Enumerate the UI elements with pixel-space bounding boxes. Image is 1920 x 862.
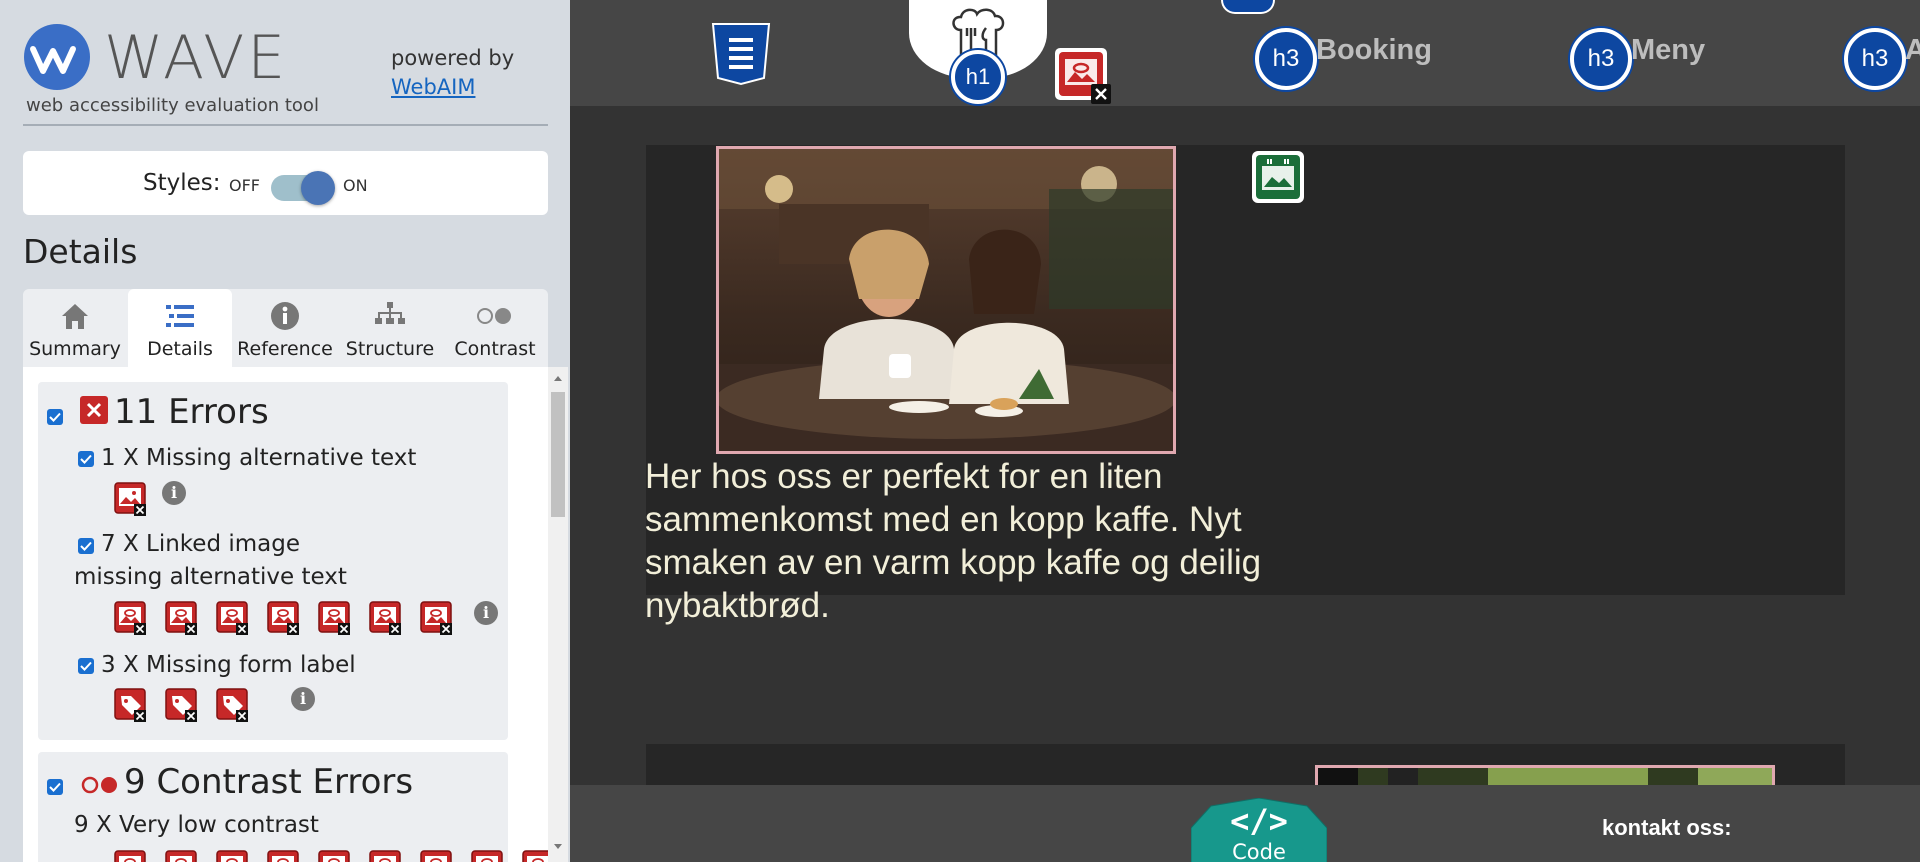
- tab-summary-label: Summary: [29, 338, 121, 360]
- contrast-section: 9 Contrast Errors 9 X Very low contrast: [38, 752, 554, 862]
- contrast-error-icon[interactable]: [267, 850, 301, 862]
- webaim-link[interactable]: WebAIM: [391, 73, 514, 102]
- h3-heading-icon[interactable]: h3: [1255, 28, 1317, 90]
- powered-by-label: powered by: [391, 46, 515, 70]
- contrast-error-icon[interactable]: [165, 850, 199, 862]
- tab-summary[interactable]: Summary: [23, 289, 127, 367]
- linked-image-error-icon[interactable]: [318, 601, 352, 635]
- wave-logo-icon: [23, 23, 91, 95]
- linked-image-error-icon[interactable]: [216, 601, 250, 635]
- errors-title: 11 Errors: [114, 392, 269, 432]
- missing-alt-checkbox[interactable]: [78, 451, 94, 467]
- errors-section: 11 Errors 1 X Missing alternative text i…: [38, 382, 508, 740]
- form-label-label: 3 X Missing form label: [101, 652, 356, 678]
- error-icon: [80, 396, 108, 424]
- tab-structure[interactable]: Structure: [338, 289, 442, 367]
- h1-heading-icon[interactable]: h1: [951, 50, 1005, 104]
- tab-details[interactable]: Details: [128, 289, 232, 367]
- scrollbar-thumb[interactable]: [551, 392, 565, 517]
- tab-reference[interactable]: Reference: [233, 289, 337, 367]
- details-panel: 11 Errors 1 X Missing alternative text i…: [23, 367, 568, 862]
- heading-icon-partial[interactable]: [1221, 0, 1275, 14]
- list-icon: [128, 299, 232, 333]
- tab-contrast-label: Contrast: [454, 338, 536, 360]
- nav-booking[interactable]: Booking: [1316, 34, 1432, 67]
- evaluated-page: h1 h3 Booking h3 Meny h3 A Her hos oss e…: [570, 0, 1920, 862]
- tab-structure-label: Structure: [345, 338, 435, 360]
- styles-label: Styles:: [143, 170, 221, 196]
- panel-tabs: Summary Details Reference Structure Cont…: [23, 289, 548, 367]
- nav-a[interactable]: A: [1905, 34, 1920, 67]
- divider: [23, 124, 548, 126]
- powered-by: powered by WebAIM: [391, 44, 514, 102]
- styles-on-label: ON: [343, 176, 368, 195]
- linked-image-error-icon[interactable]: [369, 601, 403, 635]
- contrast-error-icon[interactable]: [114, 850, 148, 862]
- linked-image-error-icon[interactable]: [1053, 46, 1113, 110]
- contact-heading: kontakt oss:: [1602, 815, 1732, 840]
- linked-image-error-icon[interactable]: [267, 601, 301, 635]
- styles-toggle-box: Styles: OFF ON: [23, 151, 548, 215]
- info-icon[interactable]: i: [162, 481, 186, 505]
- cafe-photo: [716, 146, 1176, 454]
- code-button-label: Code: [1232, 840, 1286, 862]
- wave-tagline: web accessibility evaluation tool: [26, 95, 319, 116]
- contrast-error-icon: [80, 774, 120, 796]
- wave-sidebar: WAVE web accessibility evaluation tool p…: [0, 0, 570, 862]
- code-button[interactable]: </> Code: [1191, 798, 1327, 862]
- contrast-error-icon[interactable]: [216, 850, 250, 862]
- details-heading: Details: [23, 232, 138, 271]
- styles-toggle-knob[interactable]: [301, 171, 335, 205]
- contrast-error-icon[interactable]: [369, 850, 403, 862]
- hierarchy-icon: [338, 299, 442, 333]
- missing-alt-image-icon[interactable]: [114, 482, 148, 516]
- site-header: h1 h3 Booking h3 Meny h3 A: [570, 0, 1920, 106]
- home-icon: [23, 299, 127, 333]
- low-contrast-label: 9 X Very low contrast: [74, 812, 319, 838]
- sidebar-scrollbar[interactable]: [548, 367, 568, 862]
- h3-heading-icon[interactable]: h3: [1570, 28, 1632, 90]
- css-icon[interactable]: [709, 22, 773, 90]
- linked-image-error-icon[interactable]: [165, 601, 199, 635]
- intro-paragraph: Her hos oss er perfekt for en liten samm…: [645, 457, 1262, 625]
- form-label-checkbox[interactable]: [78, 658, 94, 674]
- contrast-error-icon[interactable]: [318, 850, 352, 862]
- errors-checkbox[interactable]: [47, 409, 63, 425]
- wave-logo-text: WAVE: [104, 23, 289, 93]
- styles-off-label: OFF: [229, 176, 260, 195]
- missing-alt-label: 1 X Missing alternative text: [101, 445, 417, 471]
- linked-image-error-icon[interactable]: [114, 601, 148, 635]
- tab-reference-label: Reference: [237, 338, 333, 360]
- image-alt-icon[interactable]: [1250, 149, 1308, 211]
- tab-details-label: Details: [147, 338, 213, 360]
- contrast-checkbox[interactable]: [47, 779, 63, 795]
- info-icon: [233, 299, 337, 333]
- h3-heading-icon[interactable]: h3: [1844, 28, 1906, 90]
- linked-image-error-icon[interactable]: [420, 601, 454, 635]
- info-icon[interactable]: i: [474, 601, 498, 625]
- form-label-error-icon[interactable]: [165, 688, 199, 722]
- tab-contrast[interactable]: Contrast: [443, 289, 547, 367]
- info-icon[interactable]: i: [291, 687, 315, 711]
- contrast-title: 9 Contrast Errors: [124, 762, 414, 802]
- contrast-error-icon[interactable]: [471, 850, 505, 862]
- linked-image-label: 7 X Linked image missing alternative tex…: [74, 531, 347, 590]
- form-label-error-icon[interactable]: [216, 688, 250, 722]
- contrast-icon: [443, 299, 547, 333]
- contrast-error-icon[interactable]: [420, 850, 454, 862]
- code-icon: </>: [1230, 802, 1288, 840]
- nav-meny[interactable]: Meny: [1631, 34, 1705, 67]
- form-label-error-icon[interactable]: [114, 688, 148, 722]
